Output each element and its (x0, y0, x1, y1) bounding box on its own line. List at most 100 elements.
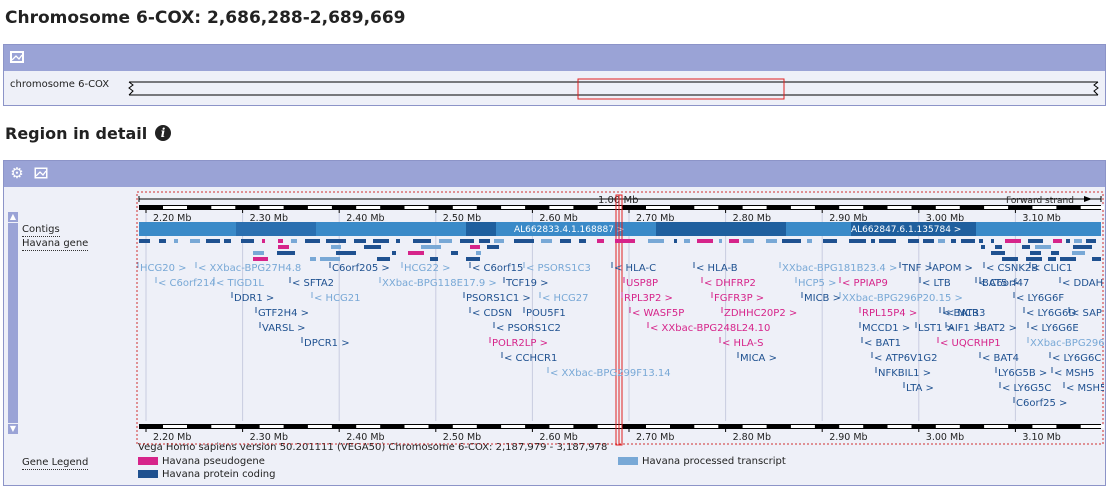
gene-label[interactable]: < LTB (922, 278, 951, 289)
gene-block[interactable] (991, 239, 994, 243)
gene-label[interactable]: < SFTA2 (292, 278, 334, 289)
gene-block[interactable] (487, 245, 499, 249)
contig-label[interactable]: AL662847.6.1.135784 > (851, 225, 961, 235)
gene-label[interactable]: USP8P (626, 278, 658, 289)
gene-block[interactable] (961, 239, 975, 243)
gene-block[interactable] (277, 251, 295, 255)
gene-label[interactable]: < LY6G6E (1030, 323, 1079, 334)
gene-block[interactable] (1026, 257, 1042, 261)
gene-label[interactable]: PSORS1C1 > (466, 293, 531, 304)
gene-label[interactable]: < XXbac-BPG299F13.14 (550, 368, 671, 379)
gene-block[interactable] (1051, 251, 1059, 255)
gene-block[interactable] (1028, 239, 1043, 243)
gene-block[interactable] (326, 239, 346, 243)
gene-block[interactable] (364, 245, 381, 249)
gene-block[interactable] (541, 239, 552, 243)
contig-segment[interactable] (786, 222, 851, 236)
gene-block[interactable] (460, 239, 474, 243)
gene-block[interactable] (743, 239, 754, 243)
contig-label[interactable]: AL662833.4.1.168887 > (514, 225, 624, 235)
gene-label[interactable]: < HCG21 (314, 293, 361, 304)
gene-label[interactable]: < PPIAP9 (842, 278, 888, 289)
gene-block[interactable] (719, 239, 722, 243)
gene-label[interactable]: < C6orf15 (472, 263, 523, 274)
gene-block[interactable] (1066, 239, 1070, 243)
gene-block[interactable] (729, 239, 739, 243)
gene-label[interactable]: < LY6G6C (1052, 353, 1101, 364)
gene-block[interactable] (1074, 239, 1082, 243)
gene-label[interactable]: FGFR3P > (714, 293, 764, 304)
gene-block[interactable] (1053, 239, 1062, 243)
gene-label[interactable]: < LY6G6F (1016, 293, 1064, 304)
gene-label[interactable]: XXbac-BPG296P20.1 (1030, 338, 1104, 349)
gene-block[interactable] (823, 239, 837, 243)
gene-block[interactable] (560, 239, 571, 243)
scroll-down-icon[interactable]: ▼ (8, 424, 18, 434)
contig-segment[interactable] (466, 222, 496, 236)
contig-segment[interactable] (236, 222, 316, 236)
contig-segment[interactable] (316, 222, 466, 236)
gene-label[interactable]: XXbac-BPG181B23.4 > (782, 263, 897, 274)
gene-label[interactable]: C6orf25 > (1016, 398, 1067, 409)
gene-block[interactable] (938, 239, 945, 243)
gene-label[interactable]: < BAT3 (942, 308, 979, 319)
gene-block[interactable] (1022, 245, 1030, 249)
gene-block[interactable] (782, 239, 801, 243)
gene-block[interactable] (1072, 251, 1085, 255)
gene-label[interactable]: LTA > (906, 383, 934, 394)
gene-label[interactable]: < DDAH2 (1062, 278, 1104, 289)
gene-block[interactable] (174, 239, 178, 243)
gene-block[interactable] (408, 251, 424, 255)
gene-label[interactable]: < CCHCR1 (504, 353, 557, 364)
gene-label[interactable]: BAT2 > (980, 323, 1017, 334)
gene-block[interactable] (995, 245, 1002, 249)
gene-block[interactable] (1002, 257, 1018, 261)
gene-label[interactable]: < WASF5P (632, 308, 684, 319)
gene-label[interactable]: DDR1 > (234, 293, 274, 304)
gene-label[interactable]: < BAT4 (982, 353, 1019, 364)
gene-block[interactable] (373, 239, 389, 243)
gene-label[interactable]: < LY6G5C (1002, 383, 1051, 394)
gene-block[interactable] (766, 239, 777, 243)
gene-block[interactable] (253, 257, 268, 261)
gene-block[interactable] (190, 239, 200, 243)
gene-block[interactable] (377, 257, 390, 261)
gene-block[interactable] (336, 251, 356, 255)
gene-block[interactable] (439, 239, 452, 243)
gene-label[interactable]: HCP5 > (798, 278, 836, 289)
gene-block[interactable] (392, 251, 396, 255)
gene-label[interactable]: XXbac-BPG118E17.9 > (382, 278, 497, 289)
gene-label[interactable]: TNF > (901, 263, 933, 274)
gene-block[interactable] (1060, 257, 1076, 261)
gene-label[interactable]: POLR2LP > (492, 338, 548, 349)
gene-block[interactable] (139, 239, 150, 243)
gene-block[interactable] (684, 239, 690, 243)
gene-label[interactable]: < C6orf214 (158, 278, 216, 289)
gene-block[interactable] (451, 251, 458, 255)
chromosome-ideogram[interactable] (126, 77, 1101, 103)
gene-label[interactable]: AIF1 > (948, 323, 981, 334)
gene-block[interactable] (579, 239, 586, 243)
gene-block[interactable] (305, 239, 320, 243)
gene-label[interactable]: < XXbac-BPG248L24.10 (650, 323, 770, 334)
gene-label[interactable]: BAT5 > (982, 278, 1019, 289)
info-icon[interactable]: i (155, 125, 171, 141)
gene-block[interactable] (278, 245, 289, 249)
gene-block[interactable] (871, 239, 875, 243)
gene-label[interactable]: HCG22 > (404, 263, 451, 274)
gene-label[interactable]: MCCD1 > (862, 323, 910, 334)
gene-block[interactable] (470, 245, 480, 249)
gene-label[interactable]: < ATP6V1G2 (874, 353, 937, 364)
gene-block[interactable] (1086, 239, 1096, 243)
gene-label[interactable]: < PSORS1C2 (496, 323, 561, 334)
gene-label[interactable]: < SAP (1071, 308, 1102, 319)
gene-label[interactable]: < CLIC1 (1032, 263, 1072, 274)
gene-block[interactable] (291, 239, 297, 243)
gene-label[interactable]: < TIGD1L (216, 278, 264, 289)
gene-block[interactable] (494, 239, 504, 243)
gene-label[interactable]: < PSORS1C3 (526, 263, 591, 274)
contig-segment[interactable] (976, 222, 1101, 236)
gene-block[interactable] (1005, 239, 1021, 243)
gene-label[interactable]: < HLA-S (722, 338, 763, 349)
image-icon[interactable] (10, 51, 24, 65)
